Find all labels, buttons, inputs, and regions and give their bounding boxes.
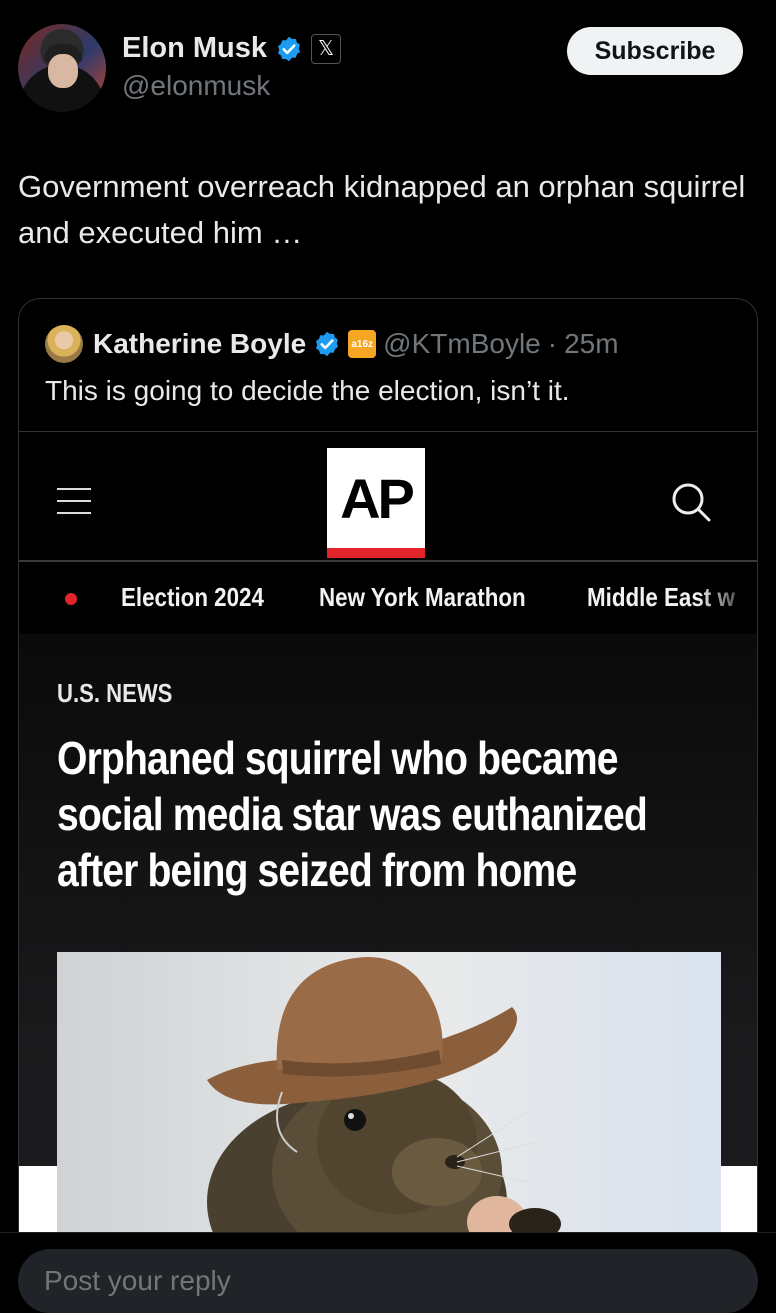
reply-bar — [0, 1232, 776, 1313]
squirrel-with-cowboy-hat-image — [207, 957, 561, 1252]
author-avatar[interactable] — [18, 24, 106, 112]
quote-text: This is going to decide the election, is… — [45, 375, 570, 406]
section-label: U.S. NEWS — [57, 678, 173, 708]
verified-badge-icon — [278, 36, 300, 61]
affiliate-badge-icon: a16z — [348, 330, 377, 358]
headline-line: Orphaned squirrel who became — [57, 732, 619, 784]
ap-nav-item: New York Marathon — [319, 582, 526, 612]
live-dot-icon — [65, 593, 77, 605]
quote-author-handle[interactable]: @KTmBoyle — [383, 328, 541, 360]
ap-logo: AP — [327, 448, 425, 558]
headline-line: social media star was euthanized — [57, 788, 648, 840]
quote-header: Katherine Boyle a16z @KTmBoyle · 25m — [93, 325, 619, 363]
quote-media-image[interactable]: AP Election 2024 New York Marathon Middl… — [19, 431, 757, 1289]
tweet-text: Government overreach kidnapped an orphan… — [18, 169, 746, 250]
quoted-tweet-card[interactable]: Katherine Boyle a16z @KTmBoyle · 25m Thi… — [18, 298, 758, 1290]
x-logo-icon: 𝕏 — [311, 33, 342, 64]
headline-line: after being seized from home — [57, 844, 577, 896]
nav-fade — [697, 562, 757, 634]
avatar-face — [48, 54, 78, 88]
quote-author-name[interactable]: Katherine Boyle — [93, 328, 306, 360]
ap-nav-item: Election 2024 — [121, 582, 264, 612]
quote-separator: · — [547, 328, 558, 359]
author-handle[interactable]: @elonmusk — [122, 70, 270, 102]
menu-icon — [57, 488, 91, 516]
subscribe-button[interactable]: Subscribe — [567, 27, 743, 75]
author-name-row: Elon Musk 𝕏 — [122, 32, 342, 65]
quote-timestamp[interactable]: 25m — [564, 328, 618, 360]
search-icon — [672, 483, 711, 522]
author-name[interactable]: Elon Musk — [122, 32, 267, 65]
quote-author-avatar[interactable] — [45, 325, 83, 363]
ap-nav-bar: Election 2024 New York Marathon Middle E… — [19, 562, 757, 634]
article-headline: Orphaned squirrel who became social medi… — [57, 730, 720, 898]
squirrel-photo — [57, 952, 721, 1252]
ap-header: AP — [19, 432, 757, 562]
reply-input[interactable] — [18, 1249, 758, 1313]
quote-verified-badge-icon — [316, 331, 339, 357]
